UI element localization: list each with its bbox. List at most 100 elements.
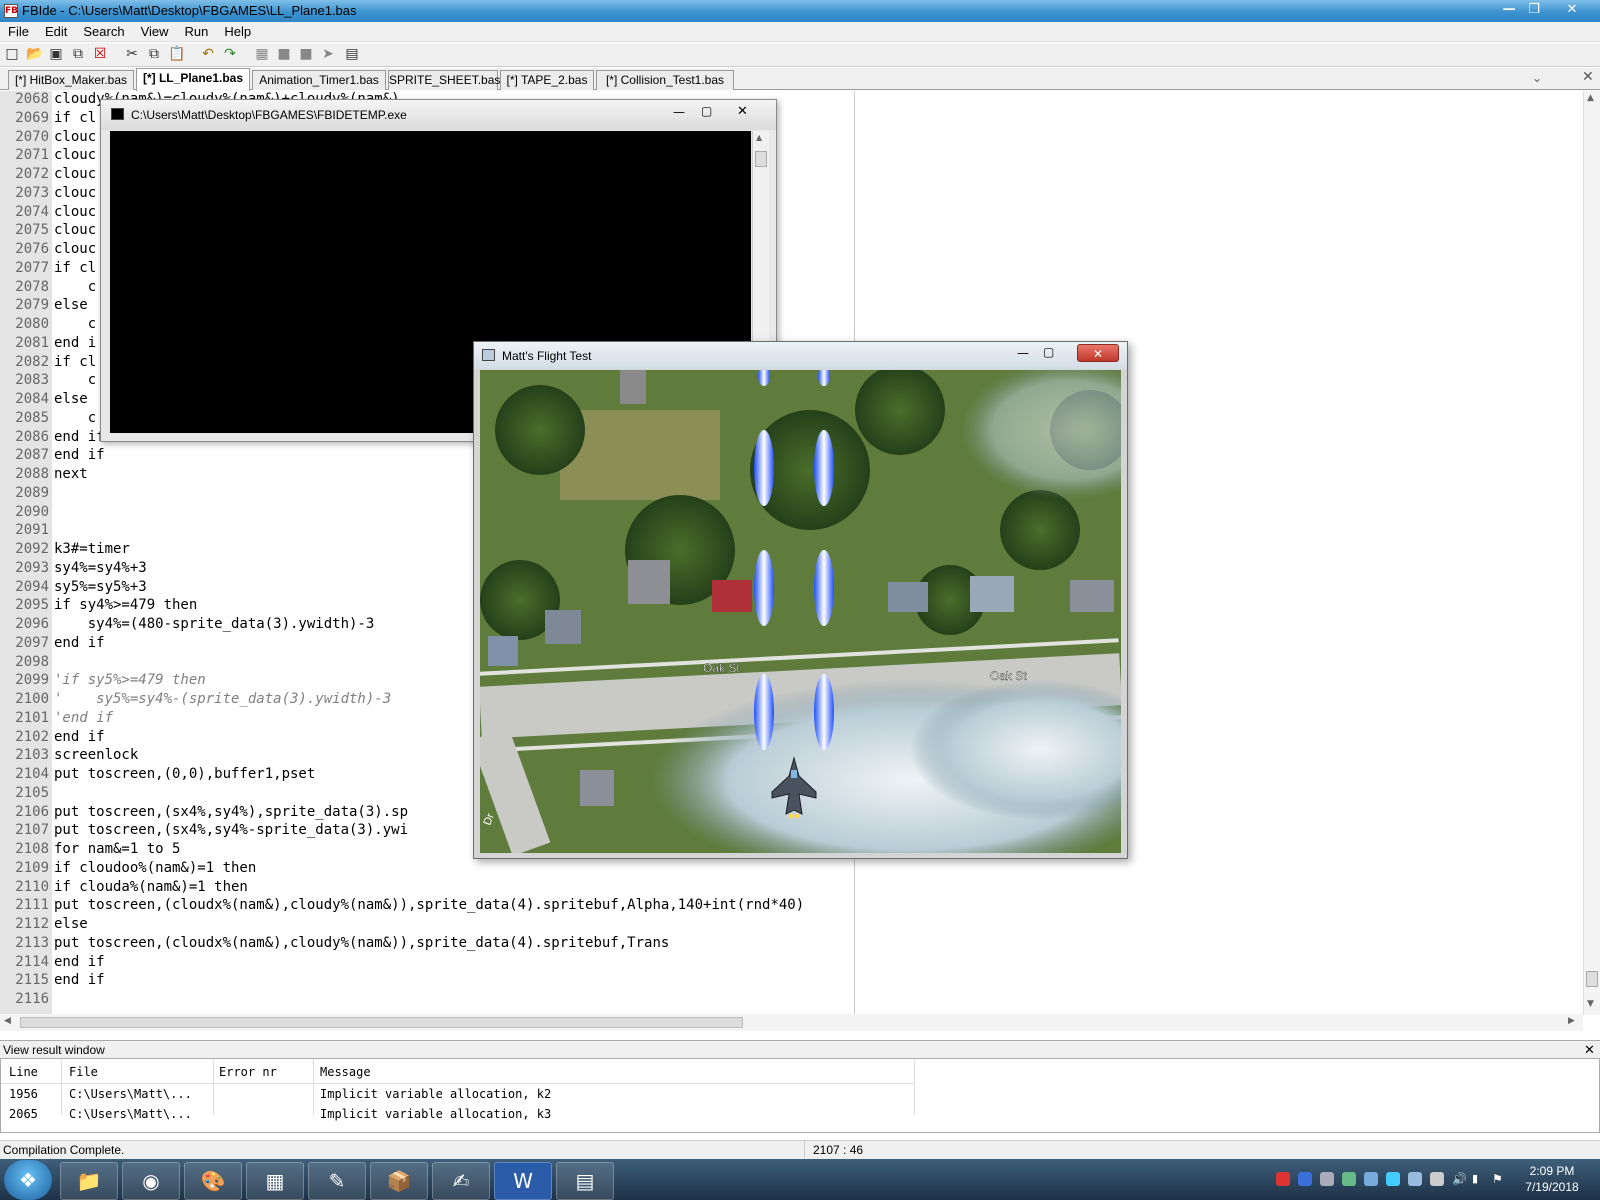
compile-icon[interactable]: ▦ [254,46,270,62]
vertical-scroll-thumb[interactable] [1586,971,1598,987]
tab-animation-timer1[interactable]: Animation_Timer1.bas [252,70,386,90]
code-line[interactable]: clouc [54,185,96,201]
console-scroll-thumb[interactable] [755,151,767,167]
tray-settings-icon[interactable] [1320,1172,1334,1186]
tray-network-drive-icon[interactable] [1364,1172,1378,1186]
result-message[interactable]: Implicit variable allocation, k3 [320,1107,551,1121]
code-line[interactable]: c [54,279,96,295]
code-line[interactable]: clouc [54,222,96,238]
tab-sprite-sheet[interactable]: SPRITE_SHEET.bas [388,70,500,90]
code-line[interactable]: end if [54,429,105,445]
signal-icon[interactable]: ▮ [1472,1172,1486,1186]
calculator-icon[interactable]: ▦ [246,1162,304,1200]
code-line[interactable]: if cl [54,354,96,370]
tray-device-icon[interactable] [1430,1172,1444,1186]
column-header-error-nr[interactable]: Error nr [219,1065,277,1079]
code-line[interactable]: for nam&=1 to 5 [54,841,180,857]
menu-run[interactable]: Run [177,22,217,42]
code-line[interactable]: put toscreen,(0,0),buffer1,pset [54,766,315,782]
close-button[interactable]: ✕ [1560,1,1584,19]
code-line[interactable]: else [54,916,88,932]
console-maximize-button[interactable]: ▢ [701,104,712,118]
code-line[interactable]: c [54,316,96,332]
column-header-message[interactable]: Message [320,1065,371,1079]
vertical-scrollbar[interactable]: ▲ ▼ [1583,91,1600,1015]
minimize-button[interactable]: — [1497,1,1521,19]
code-line[interactable]: if sy4%>=479 then [54,597,197,613]
code-line[interactable]: sy4%=(480-sprite_data(3).ywidth)-3 [54,616,375,632]
code-line[interactable]: end if [54,954,105,970]
redo-icon[interactable]: ↷ [222,46,238,62]
code-line[interactable]: end if [54,729,105,745]
copy-icon[interactable]: ⧉ [146,46,162,62]
chrome-icon[interactable]: ◉ [122,1162,180,1200]
scroll-up-icon[interactable]: ▲ [756,133,762,142]
close-tab-icon[interactable]: ✕ [1582,69,1594,85]
cut-icon[interactable]: ✂ [124,46,140,62]
tab-hitbox-maker[interactable]: [*] HitBox_Maker.bas [8,70,134,90]
tab-tape-2[interactable]: [*] TAPE_2.bas [500,70,594,90]
tab-ll-plane1[interactable]: [*] LL_Plane1.bas [136,68,250,91]
code-line[interactable]: end if [54,972,105,988]
game-maximize-button[interactable]: ▢ [1043,345,1054,359]
result-line[interactable]: 2065 [9,1107,38,1121]
code-line[interactable]: end i [54,335,96,351]
code-line[interactable]: sy4%=sy4%+3 [54,560,147,576]
code-line[interactable]: put toscreen,(cloudx%(nam&),cloudy%(nam&… [54,935,669,951]
menu-file[interactable]: File [0,22,37,42]
flag-icon[interactable]: ⚑ [1492,1172,1506,1186]
maximize-button[interactable]: ❐ [1522,1,1546,19]
horizontal-scroll-thumb[interactable] [20,1017,743,1028]
start-button[interactable]: ❖ [4,1160,52,1200]
horizontal-scrollbar[interactable]: ◀ ▶ [0,1014,1583,1031]
result-file[interactable]: C:\Users\Matt\... [69,1107,192,1121]
installer-icon[interactable]: 📦 [370,1162,428,1200]
chevron-down-icon[interactable]: ⌄ [1532,71,1542,85]
console-minimize-button[interactable]: — [673,105,685,119]
code-line[interactable]: if cl [54,260,96,276]
close-results-icon[interactable]: ✕ [1584,1041,1595,1059]
word-icon[interactable]: W [494,1162,552,1200]
code-line[interactable]: c [54,410,96,426]
code-line[interactable]: ' sy5%=sy4%-(sprite_data(3).ywidth)-3 [54,691,391,707]
code-line[interactable]: put toscreen,(sx4%,sy4%),sprite_data(3).… [54,804,408,820]
code-line[interactable]: clouc [54,129,96,145]
code-line[interactable]: screenlock [54,747,138,763]
code-line[interactable]: if cl [54,110,96,126]
code-line[interactable]: next [54,466,88,482]
code-line[interactable]: clouc [54,241,96,257]
code-line[interactable]: 'if sy5%>=479 then [54,672,206,688]
scroll-up-icon[interactable]: ▲ [1587,93,1594,103]
code-line[interactable]: end if [54,635,105,651]
code-line[interactable]: put toscreen,(cloudx%(nam&),cloudy%(nam&… [54,897,804,913]
code-line[interactable]: else [54,297,88,313]
code-line[interactable]: sy5%=sy5%+3 [54,579,147,595]
code-line[interactable]: 'end if [54,710,113,726]
paint-icon[interactable]: 🎨 [184,1162,242,1200]
console-close-button[interactable]: ✕ [737,104,748,119]
notepad-icon[interactable]: ✎ [308,1162,366,1200]
system-clock[interactable]: 2:09 PM 7/19/2018 [1512,1163,1592,1195]
code-line[interactable]: if clouda%(nam&)=1 then [54,879,248,895]
save-all-icon[interactable]: ⧉ [70,46,86,62]
game-viewport[interactable]: Oak St Oak St Dr [480,370,1121,853]
result-line[interactable]: 1956 [9,1087,38,1101]
new-file-icon[interactable]: □ [4,46,20,62]
scroll-right-icon[interactable]: ▶ [1568,1016,1575,1026]
game-minimize-button[interactable]: — [1017,346,1029,360]
close-file-icon[interactable]: ☒ [92,46,108,62]
game-title-bar[interactable]: Matt's Flight Test — ▢ ✕ [474,342,1127,369]
game-window[interactable]: Matt's Flight Test — ▢ ✕ Oak St Oak St D… [473,341,1128,859]
scroll-left-icon[interactable]: ◀ [4,1016,11,1026]
menu-help[interactable]: Help [216,22,259,42]
save-icon[interactable]: ▣ [48,46,64,62]
tray-sync-icon[interactable] [1342,1172,1356,1186]
code-line[interactable]: c [54,372,96,388]
scroll-down-icon[interactable]: ▼ [1587,999,1594,1009]
code-line[interactable]: clouc [54,147,96,163]
next-icon[interactable]: ➤ [320,46,336,62]
app-window-icon[interactable]: ▤ [556,1162,614,1200]
paste-icon[interactable]: 📋 [168,46,185,62]
stop-icon[interactable]: ■ [298,46,314,62]
code-line[interactable]: put toscreen,(sx4%,sy4%-sprite_data(3).y… [54,822,408,838]
